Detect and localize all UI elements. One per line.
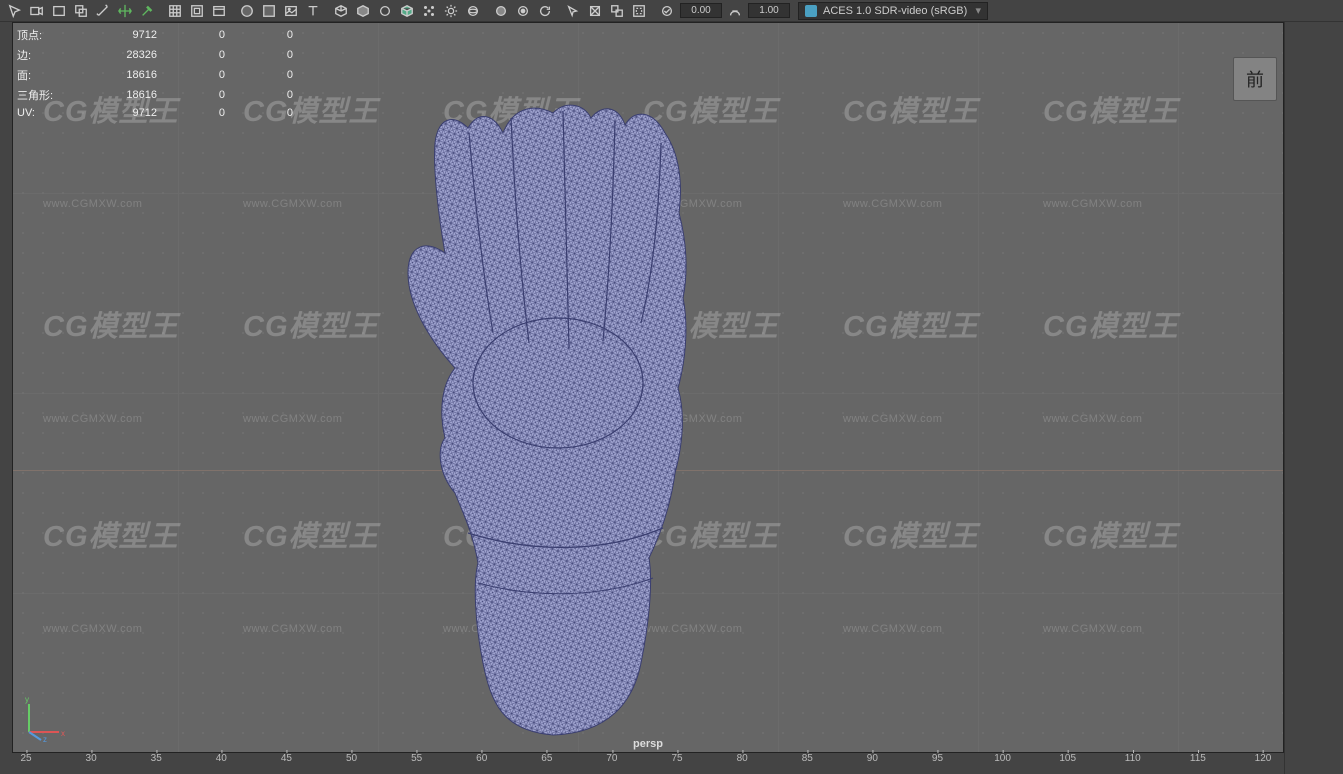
viewport[interactable]: 顶点:971200边:2832600面:1861600三角形:1861600UV… [12,22,1284,753]
ruler-tick: 105 [1059,753,1076,764]
stat-row: 三角形:1861600 [17,85,293,105]
ruler-tick: 95 [932,753,943,764]
view-cube-label: 前 [1246,66,1264,92]
color-space-label: ACES 1.0 SDR-video (sRGB) [823,5,967,17]
move-select-icon[interactable] [115,2,135,20]
color-space-dropdown[interactable]: ACES 1.0 SDR-video (sRGB) ▾ [798,2,988,20]
ruler-tick: 85 [802,753,813,764]
cube-c-icon[interactable] [397,2,417,20]
stat-row: UV:971200 [17,105,293,121]
right-panel [1284,22,1343,774]
ruler-tick: 55 [411,753,422,764]
refresh-icon[interactable] [535,2,555,20]
ruler-tick: 60 [476,753,487,764]
ruler-tick: 40 [216,753,227,764]
probe-icon[interactable] [137,2,157,20]
chevron-down-icon: ▾ [975,4,981,17]
xray-c-icon[interactable] [629,2,649,20]
xray-b-icon[interactable] [607,2,627,20]
ruler-tick: 90 [867,753,878,764]
time-ruler[interactable]: 25 30 35 40 45 50 55 60 65 70 75 80 85 90 95 100 105 110 1… [12,753,1284,774]
exposure-reset-icon[interactable] [657,2,677,20]
svg-text:x: x [61,729,65,738]
ruler-tick: 100 [994,753,1011,764]
isolate-b-icon[interactable] [513,2,533,20]
text-icon[interactable] [303,2,323,20]
isolate-a-icon[interactable] [491,2,511,20]
cube-a-icon[interactable] [331,2,351,20]
ruler-tick: 110 [1125,753,1141,764]
ruler-tick: 70 [606,753,617,764]
window-icon[interactable] [209,2,229,20]
grid-icon[interactable] [165,2,185,20]
polycount-hud: 顶点:971200边:2832600面:1861600三角形:1861600UV… [17,25,293,121]
color-swatch-icon [805,5,817,17]
gamma-reset-icon[interactable] [725,2,745,20]
xray-a-icon[interactable] [585,2,605,20]
overlap-icon[interactable] [71,2,91,20]
shade-a-icon[interactable] [237,2,257,20]
rect-icon[interactable] [49,2,69,20]
exposure-field[interactable] [680,3,722,18]
ruler-tick: 115 [1190,753,1206,764]
svg-text:z: z [43,735,47,742]
wand-icon[interactable] [93,2,113,20]
wireframe-model[interactable] [383,63,723,743]
axis-gizmo: y x z [19,692,69,742]
dots-icon[interactable] [419,2,439,20]
ruler-tick: 120 [1255,753,1272,764]
ruler-tick: 75 [671,753,682,764]
ruler-tick: 50 [346,753,357,764]
shade-b-icon[interactable] [259,2,279,20]
ruler-tick: 35 [151,753,162,764]
top-toolbar: ACES 1.0 SDR-video (sRGB) ▾ [0,0,1343,22]
cube-b-icon[interactable] [353,2,373,20]
view-cube[interactable]: 前 [1233,57,1277,101]
circle-icon[interactable] [375,2,395,20]
camera-icon[interactable] [27,2,47,20]
align-pointer-icon[interactable] [563,2,583,20]
gamma-field[interactable] [748,3,790,18]
tool-cursor-icon[interactable] [5,2,25,20]
sphere-icon[interactable] [463,2,483,20]
stat-row: 边:2832600 [17,45,293,65]
ruler-tick: 80 [737,753,748,764]
light-icon[interactable] [441,2,461,20]
stat-row: 面:1861600 [17,65,293,85]
ruler-tick: 45 [281,753,292,764]
stat-row: 顶点:971200 [17,25,293,45]
image-icon[interactable] [281,2,301,20]
ruler-tick: 65 [541,753,552,764]
svg-text:y: y [25,695,29,704]
camera-label: persp [633,738,663,750]
ruler-tick: 30 [86,753,97,764]
ruler-tick: 25 [20,753,31,764]
canvas-icon[interactable] [187,2,207,20]
left-edge-panel [0,22,12,774]
